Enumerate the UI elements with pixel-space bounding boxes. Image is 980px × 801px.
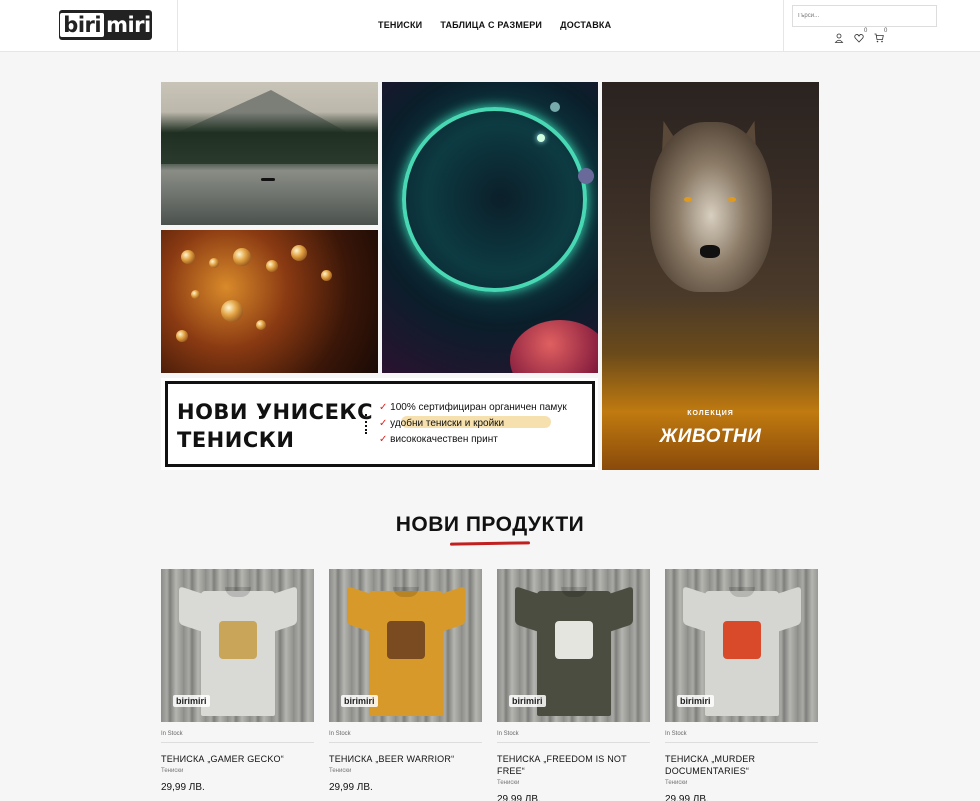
- product-price: 29,99 ЛВ.: [329, 782, 373, 793]
- tshirt-print: [555, 621, 593, 659]
- tshirt-print: [387, 621, 425, 659]
- banner-beer-image[interactable]: [161, 230, 378, 373]
- product-name[interactable]: ТЕНИСКА „FREEDOM IS NOT FREE“: [497, 753, 650, 777]
- feature-item: удобни тениски и кройки: [379, 416, 567, 432]
- tshirt-print: [219, 621, 257, 659]
- feature-item: висококачествен принт: [379, 432, 567, 448]
- product-category[interactable]: Тениски: [329, 768, 482, 774]
- site-header: biri miri ТЕНИСКИ ТАБЛИЦА С РАЗМЕРИ ДОСТА…: [0, 0, 980, 52]
- product-image[interactable]: birimiri: [665, 569, 818, 722]
- feature-item: 100% сертифициран органичен памук: [379, 400, 567, 416]
- product-image[interactable]: birimiri: [497, 569, 650, 722]
- product-name[interactable]: ТЕНИСКА „GAMER GECKO“: [161, 753, 314, 765]
- stock-status: In Stock: [665, 731, 818, 743]
- wolf-head-shape: [650, 122, 772, 292]
- banner-lake-image[interactable]: [161, 82, 378, 225]
- main-nav: ТЕНИСКИ ТАБЛИЦА С РАЗМЕРИ ДОСТАВКА: [378, 20, 611, 30]
- logo-text-b: miri: [106, 13, 151, 37]
- cart-count: 0: [884, 28, 888, 34]
- forest-shape: [161, 112, 378, 164]
- dotted-divider: [365, 414, 367, 434]
- search-input[interactable]: [792, 5, 937, 27]
- product-price: 29,99 ЛВ.: [665, 794, 709, 801]
- banner-animals-collection[interactable]: КОЛЕКЦИЯ ЖИВОТНИ: [602, 82, 819, 470]
- collection-title: ЖИВОТНИ: [659, 426, 762, 447]
- logo-cell: biri miri: [0, 0, 178, 52]
- banner-headline-line2: ТЕНИСКИ: [177, 428, 295, 452]
- watermark-logo: birimiri: [677, 695, 714, 707]
- header-icons: 0 0: [834, 28, 888, 43]
- product-card[interactable]: birimiri In Stock ТЕНИСКА „MURDER DOCUME…: [665, 569, 818, 801]
- boat-shape: [261, 178, 275, 181]
- section-title: НОВИ ПРОДУКТИ: [395, 513, 585, 536]
- site-logo[interactable]: biri miri: [59, 10, 152, 40]
- product-category[interactable]: Тениски: [665, 780, 818, 786]
- banner-space-image[interactable]: [382, 82, 598, 373]
- product-price: 29,99 ЛВ.: [161, 782, 205, 793]
- product-price: 29,99 ЛВ.: [497, 794, 541, 801]
- product-category[interactable]: Тениски: [497, 780, 650, 786]
- title-underline: [449, 541, 531, 546]
- wishlist-icon[interactable]: 0: [854, 28, 868, 43]
- nav-item-size-chart[interactable]: ТАБЛИЦА С РАЗМЕРИ: [440, 20, 542, 30]
- product-card[interactable]: birimiri In Stock ТЕНИСКА „BEER WARRIOR“…: [329, 569, 482, 801]
- account-icon[interactable]: [834, 30, 846, 43]
- watermark-logo: birimiri: [341, 695, 378, 707]
- product-name[interactable]: ТЕНИСКА „MURDER DOCUMENTARIES“: [665, 753, 818, 777]
- product-card[interactable]: birimiri In Stock ТЕНИСКА „FREEDOM IS NO…: [497, 569, 650, 801]
- watermark-logo: birimiri: [173, 695, 210, 707]
- banner-headline: НОВИ УНИСЕКС ТЕНИСКИ: [177, 398, 373, 454]
- nav-item-tshirts[interactable]: ТЕНИСКИ: [378, 20, 422, 30]
- logo-text-a: biri: [60, 13, 105, 37]
- stock-status: In Stock: [161, 731, 314, 743]
- stock-status: In Stock: [329, 731, 482, 743]
- tshirt-print: [723, 621, 761, 659]
- cart-icon[interactable]: 0: [874, 28, 888, 43]
- product-grid: birimiri In Stock ТЕНИСКА „GAMER GECKO“ …: [161, 569, 820, 801]
- wishlist-count: 0: [864, 28, 868, 34]
- header-tools: 0 0: [783, 0, 980, 52]
- red-planet-shape: [510, 320, 598, 373]
- product-name[interactable]: ТЕНИСКА „BEER WARRIOR“: [329, 753, 482, 765]
- product-card[interactable]: birimiri In Stock ТЕНИСКА „GAMER GECKO“ …: [161, 569, 314, 801]
- planet-ring-shape: [402, 107, 587, 292]
- collection-label: КОЛЕКЦИЯ: [687, 410, 734, 417]
- product-category[interactable]: Тениски: [161, 768, 314, 774]
- banner-headline-line1: НОВИ УНИСЕКС: [177, 400, 373, 424]
- banner-unisex-tshirts[interactable]: НОВИ УНИСЕКС ТЕНИСКИ 100% сертифициран о…: [161, 378, 598, 470]
- watermark-logo: birimiri: [509, 695, 546, 707]
- nav-item-delivery[interactable]: ДОСТАВКА: [560, 20, 611, 30]
- product-image[interactable]: birimiri: [329, 569, 482, 722]
- feature-list: 100% сертифициран органичен памук удобни…: [379, 400, 567, 448]
- stock-status: In Stock: [497, 731, 650, 743]
- product-image[interactable]: birimiri: [161, 569, 314, 722]
